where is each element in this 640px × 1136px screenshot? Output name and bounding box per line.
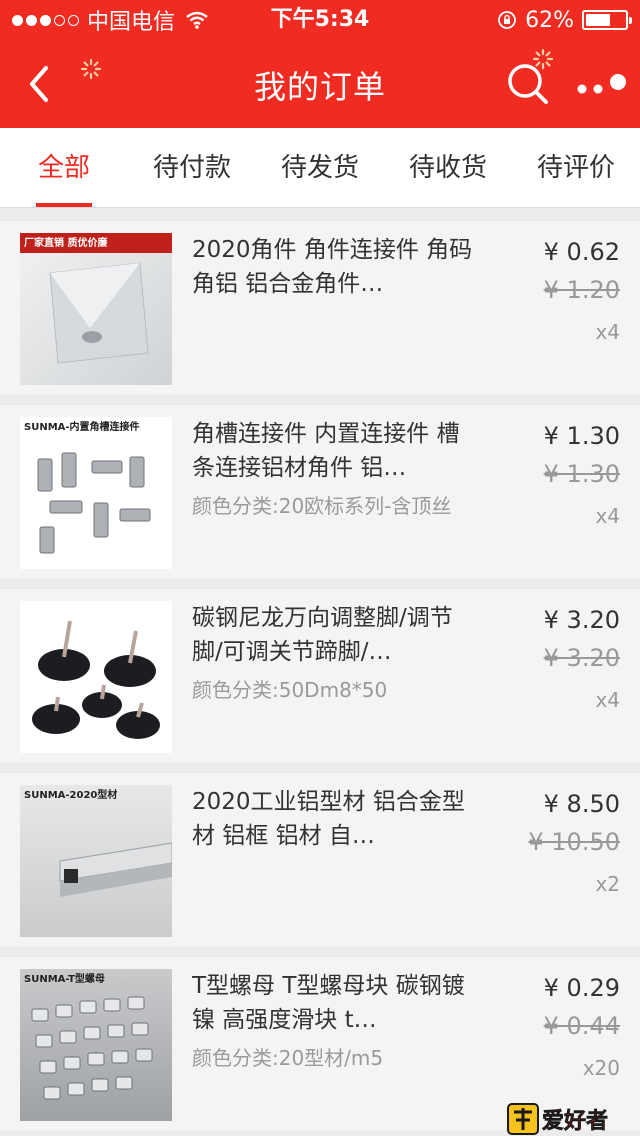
sale-price: ¥ 0.62 [543, 238, 620, 266]
thumbnail-caption: SUNMA-2020型材 [24, 790, 118, 801]
product-title[interactable]: 2020工业铝型材 铝合金型材 铝框 铝材 自… [192, 785, 478, 853]
tab-pending-shipment[interactable]: 待发货 [256, 128, 384, 207]
watermark-logo: 爱好者 [506, 1100, 630, 1136]
product-thumbnail[interactable]: SUNMA-T型螺母 [20, 969, 172, 1121]
tab-pending-receipt[interactable]: 待收货 [384, 128, 512, 207]
thumbnail-caption: 厂家直销 质优价廉 [24, 238, 108, 249]
more-dots-icon[interactable] [574, 72, 634, 102]
tab-pending-review[interactable]: 待评价 [512, 128, 640, 207]
sale-price: ¥ 3.20 [543, 606, 620, 634]
rotation-lock-icon [497, 10, 517, 30]
product-thumbnail[interactable] [20, 601, 172, 753]
order-list: 厂家直销 质优价廉 2020角件 角件连接件 角码 角铝 铝合金角件… ¥ 0.… [0, 208, 640, 1130]
product-spec: 颜色分类:20欧标系列-含顶丝 [192, 494, 452, 518]
tab-all[interactable]: 全部 [0, 128, 128, 207]
quantity: x2 [595, 872, 620, 896]
order-item[interactable]: 厂家直销 质优价廉 2020角件 角件连接件 角码 角铝 铝合金角件… ¥ 0.… [0, 220, 640, 394]
battery-icon [582, 10, 632, 30]
original-price: ¥ 1.20 [543, 276, 620, 304]
product-thumbnail[interactable]: SUNMA-内置角槽连接件 [20, 417, 172, 569]
product-title[interactable]: 碳钢尼龙万向调整脚/调节脚/可调关节蹄脚/… [192, 601, 478, 669]
thumbnail-caption: SUNMA-T型螺母 [24, 974, 105, 985]
original-price: ¥ 1.30 [543, 460, 620, 488]
order-item[interactable]: SUNMA-内置角槽连接件 角槽连接件 内置连接件 槽条连接铝材角件 铝… 颜色… [0, 404, 640, 578]
product-spec: 颜色分类:20型材/m5 [192, 1046, 384, 1070]
order-item[interactable]: 碳钢尼龙万向调整脚/调节脚/可调关节蹄脚/… 颜色分类:50Dm8*50 ¥ 3… [0, 588, 640, 762]
signal-strength-icon [12, 14, 79, 26]
original-price: ¥ 10.50 [528, 828, 620, 856]
wifi-icon [185, 11, 209, 29]
original-price: ¥ 3.20 [543, 644, 620, 672]
quantity: x4 [595, 688, 620, 712]
battery-percent: 62% [525, 7, 574, 33]
product-thumbnail[interactable]: 厂家直销 质优价廉 [20, 233, 172, 385]
order-item[interactable]: SUNMA-2020型材 2020工业铝型材 铝合金型材 铝框 铝材 自… ¥ … [0, 772, 640, 946]
product-spec: 颜色分类:50Dm8*50 [192, 678, 388, 702]
header: 中国电信 下午5:34 62% 我的订单 [0, 0, 640, 128]
quantity: x4 [595, 504, 620, 528]
quantity: x20 [582, 1056, 620, 1080]
order-status-tabs: 全部 待付款 待发货 待收货 待评价 [0, 128, 640, 208]
product-title[interactable]: 2020角件 角件连接件 角码 角铝 铝合金角件… [192, 233, 478, 301]
tab-pending-payment[interactable]: 待付款 [128, 128, 256, 207]
sale-price: ¥ 1.30 [543, 422, 620, 450]
watermark-text: 爱好者 [542, 1108, 608, 1134]
thumbnail-caption: SUNMA-内置角槽连接件 [24, 422, 140, 433]
quantity: x4 [595, 320, 620, 344]
sale-price: ¥ 0.29 [543, 974, 620, 1002]
status-bar: 中国电信 下午5:34 62% [0, 0, 640, 40]
nav-bar: 我的订单 [0, 40, 640, 128]
product-thumbnail[interactable]: SUNMA-2020型材 [20, 785, 172, 937]
product-title[interactable]: 角槽连接件 内置连接件 槽条连接铝材角件 铝… [192, 417, 478, 485]
product-title[interactable]: T型螺母 T型螺母块 碳钢镀镍 高强度滑块 t… [192, 969, 478, 1037]
carrier-name: 中国电信 [87, 10, 176, 35]
sale-price: ¥ 8.50 [543, 790, 620, 818]
loading-spinner-icon [532, 48, 554, 70]
original-price: ¥ 0.44 [543, 1012, 620, 1040]
